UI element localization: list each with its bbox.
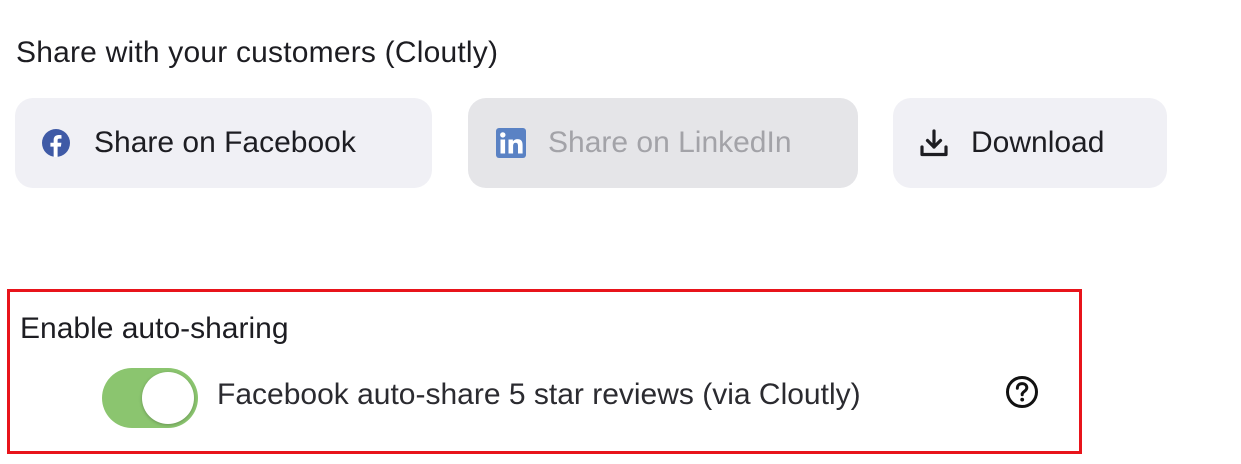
share-facebook-button[interactable]: Share on Facebook (15, 98, 432, 188)
share-facebook-label: Share on Facebook (94, 126, 356, 159)
help-circle-icon[interactable] (1005, 375, 1039, 409)
download-icon (919, 128, 949, 158)
download-label: Download (971, 126, 1105, 159)
linkedin-icon (496, 128, 526, 158)
share-section-title: Share with your customers (Cloutly) (16, 36, 499, 69)
share-panel: Share with your customers (Cloutly) Shar… (0, 0, 1241, 464)
download-button[interactable]: Download (893, 98, 1167, 188)
share-linkedin-button[interactable]: Share on LinkedIn (468, 98, 858, 188)
toggle-knob (142, 372, 194, 424)
facebook-auto-share-label: Facebook auto-share 5 star reviews (via … (217, 378, 861, 411)
auto-sharing-title: Enable auto-sharing (20, 312, 289, 345)
facebook-auto-share-toggle[interactable] (102, 368, 198, 428)
share-linkedin-label: Share on LinkedIn (548, 126, 792, 159)
facebook-icon (42, 129, 70, 157)
auto-sharing-highlight-box: Enable auto-sharing Facebook auto-share … (7, 289, 1082, 454)
